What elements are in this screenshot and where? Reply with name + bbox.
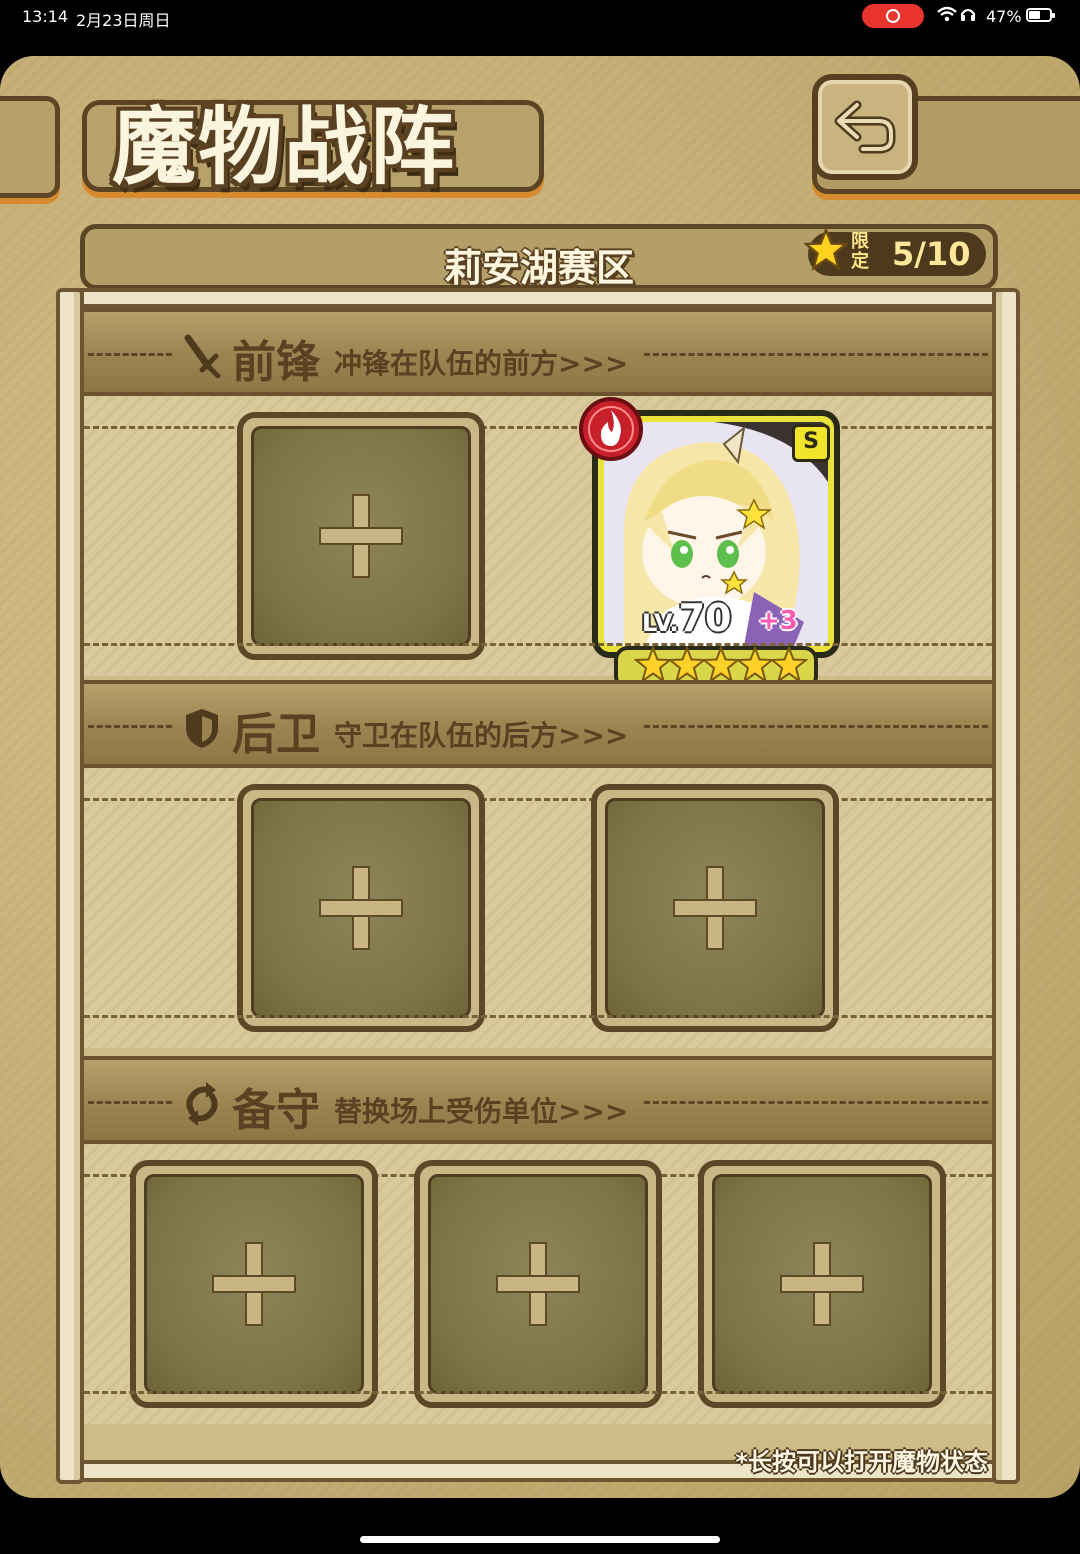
hero-rank-badge: S <box>792 424 830 462</box>
sword-icon <box>184 334 221 378</box>
frame-rail-right <box>992 288 1020 1484</box>
reserve-slot-1[interactable] <box>130 1160 378 1408</box>
limit-count: 5/10 <box>892 235 971 273</box>
rearguard-row <box>84 768 992 1048</box>
battery-percent: 47% <box>986 7 1022 26</box>
vanguard-row: S LV.70 +3 <box>84 396 992 690</box>
star-icon <box>634 646 672 684</box>
status-bar: 13:14 2月23日周日 47% <box>0 0 1080 34</box>
vanguard-slot-1[interactable] <box>237 412 485 660</box>
reserve-slot-3[interactable] <box>698 1160 946 1408</box>
hero-level-prefix: LV. <box>642 609 679 637</box>
battery-icon <box>1026 8 1055 22</box>
plus-icon <box>319 866 403 950</box>
roster-frame: 前锋 冲锋在队伍的前方>>> S LV.70 +3 后卫 守卫在队伍的后方>>>… <box>56 288 1020 1484</box>
return-arrow-icon <box>834 100 896 154</box>
wifi-headphone-icons <box>936 5 980 27</box>
shield-icon <box>186 709 218 748</box>
screen-record-icon[interactable] <box>862 4 924 28</box>
game-screen: 魔物战阵 莉安湖赛区 限定 5/10 前锋 冲锋在队伍的前方>>> S LV.7… <box>0 56 1080 1498</box>
section-header-rearguard: 后卫 守卫在队伍的后方>>> <box>84 680 992 768</box>
section-name: 前锋 <box>232 337 320 388</box>
plus-icon <box>496 1242 580 1326</box>
star-icon <box>702 646 740 684</box>
swap-icon <box>186 1082 218 1126</box>
rearguard-slot-1[interactable] <box>237 784 485 1032</box>
hero-level-value: 70 <box>678 596 732 640</box>
hero-level: LV.70 <box>642 596 731 640</box>
status-time: 13:14 <box>22 7 69 26</box>
wifi-icon <box>937 6 976 22</box>
star-icon <box>804 228 848 271</box>
frame-rail-top <box>64 288 1012 308</box>
back-button[interactable] <box>812 74 918 180</box>
star-icon <box>668 646 706 684</box>
roster-inner: 前锋 冲锋在队伍的前方>>> S LV.70 +3 后卫 守卫在队伍的后方>>>… <box>84 308 992 1460</box>
reserve-slot-2[interactable] <box>414 1160 662 1408</box>
plus-icon <box>212 1242 296 1326</box>
plus-icon <box>673 866 757 950</box>
section-desc: 替换场上受伤单位>>> <box>334 1095 629 1128</box>
section-header-reserve: 备守 替换场上受伤单位>>> <box>84 1056 992 1144</box>
status-date: 2月23日周日 <box>76 11 171 30</box>
section-name: 后卫 <box>232 709 320 760</box>
hero-bonus: +3 <box>758 606 798 636</box>
home-indicator[interactable] <box>360 1536 720 1543</box>
star-icon <box>770 646 808 684</box>
title-plate-left <box>0 96 60 198</box>
fire-element-icon <box>579 397 643 461</box>
star-icon <box>736 646 774 684</box>
plus-icon <box>319 494 403 578</box>
plus-icon <box>780 1242 864 1326</box>
reserve-row <box>84 1144 992 1424</box>
page-title: 魔物战阵 <box>112 97 457 196</box>
section-name: 备守 <box>232 1085 320 1136</box>
frame-rail-left <box>56 288 84 1484</box>
limit-tag: 限定 <box>851 231 869 272</box>
section-desc: 冲锋在队伍的前方>>> <box>334 347 629 380</box>
section-header-vanguard: 前锋 冲锋在队伍的前方>>> <box>84 308 992 396</box>
hero-card[interactable]: S LV.70 +3 <box>579 397 840 690</box>
long-press-hint: *长按可以打开魔物状态 <box>735 1448 988 1476</box>
rearguard-slot-2[interactable] <box>591 784 839 1032</box>
section-desc: 守卫在队伍的后方>>> <box>334 719 629 752</box>
